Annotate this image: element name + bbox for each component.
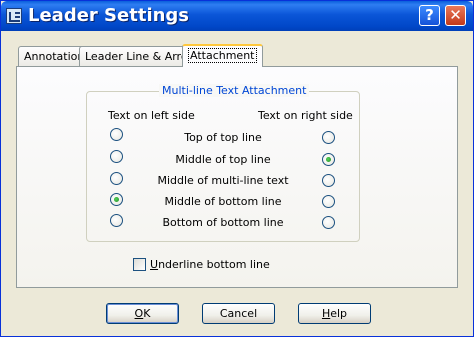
close-icon[interactable]: ✕ (445, 5, 466, 26)
left-radio-middle-of-bottom-line[interactable] (110, 193, 123, 206)
help-question-icon[interactable]: ? (419, 5, 440, 26)
row-label-middle-of-bottom-line: Middle of bottom line (164, 195, 282, 208)
group-title: Multi-line Text Attachment (159, 84, 310, 97)
cancel-button[interactable]: Cancel (202, 303, 275, 324)
attachment-panel: Multi-line Text Attachment Text on left … (16, 66, 458, 288)
right-side-header: Text on right side (258, 109, 353, 122)
help-button[interactable]: Help (298, 303, 371, 324)
right-radio-middle-of-multiline-text[interactable] (322, 174, 335, 187)
row-label-middle-of-multiline-text: Middle of multi-line text (157, 174, 289, 187)
left-radio-middle-of-top-line[interactable] (110, 150, 123, 163)
left-side-header: Text on left side (108, 109, 195, 122)
window-title: Leader Settings (28, 5, 190, 26)
leader-settings-dialog: Leader Settings ? ✕ Annotation Leader Li… (0, 0, 474, 337)
row-label-top-of-top-line: Top of top line (184, 131, 262, 144)
right-radio-middle-of-bottom-line[interactable] (322, 195, 335, 208)
app-icon (6, 8, 22, 24)
left-radio-middle-of-multiline-text[interactable] (110, 172, 123, 185)
right-radio-bottom-of-bottom-line[interactable] (322, 216, 335, 229)
right-radio-top-of-top-line[interactable] (322, 131, 335, 144)
row-label-bottom-of-bottom-line: Bottom of bottom line (162, 216, 284, 229)
ok-button[interactable]: OK (106, 303, 179, 324)
left-radio-top-of-top-line[interactable] (110, 128, 123, 141)
row-label-middle-of-top-line: Middle of top line (175, 153, 271, 166)
left-radio-bottom-of-bottom-line[interactable] (110, 214, 123, 227)
underline-bottom-line-label[interactable]: Underline bottom line (150, 258, 270, 271)
right-radio-middle-of-top-line[interactable] (322, 153, 335, 166)
title-bar[interactable]: Leader Settings ? ✕ (1, 1, 473, 31)
tab-attachment[interactable]: Attachment (182, 44, 263, 67)
underline-bottom-line-checkbox[interactable] (133, 258, 146, 271)
multiline-text-attachment-group: Multi-line Text Attachment Text on left … (86, 84, 360, 242)
